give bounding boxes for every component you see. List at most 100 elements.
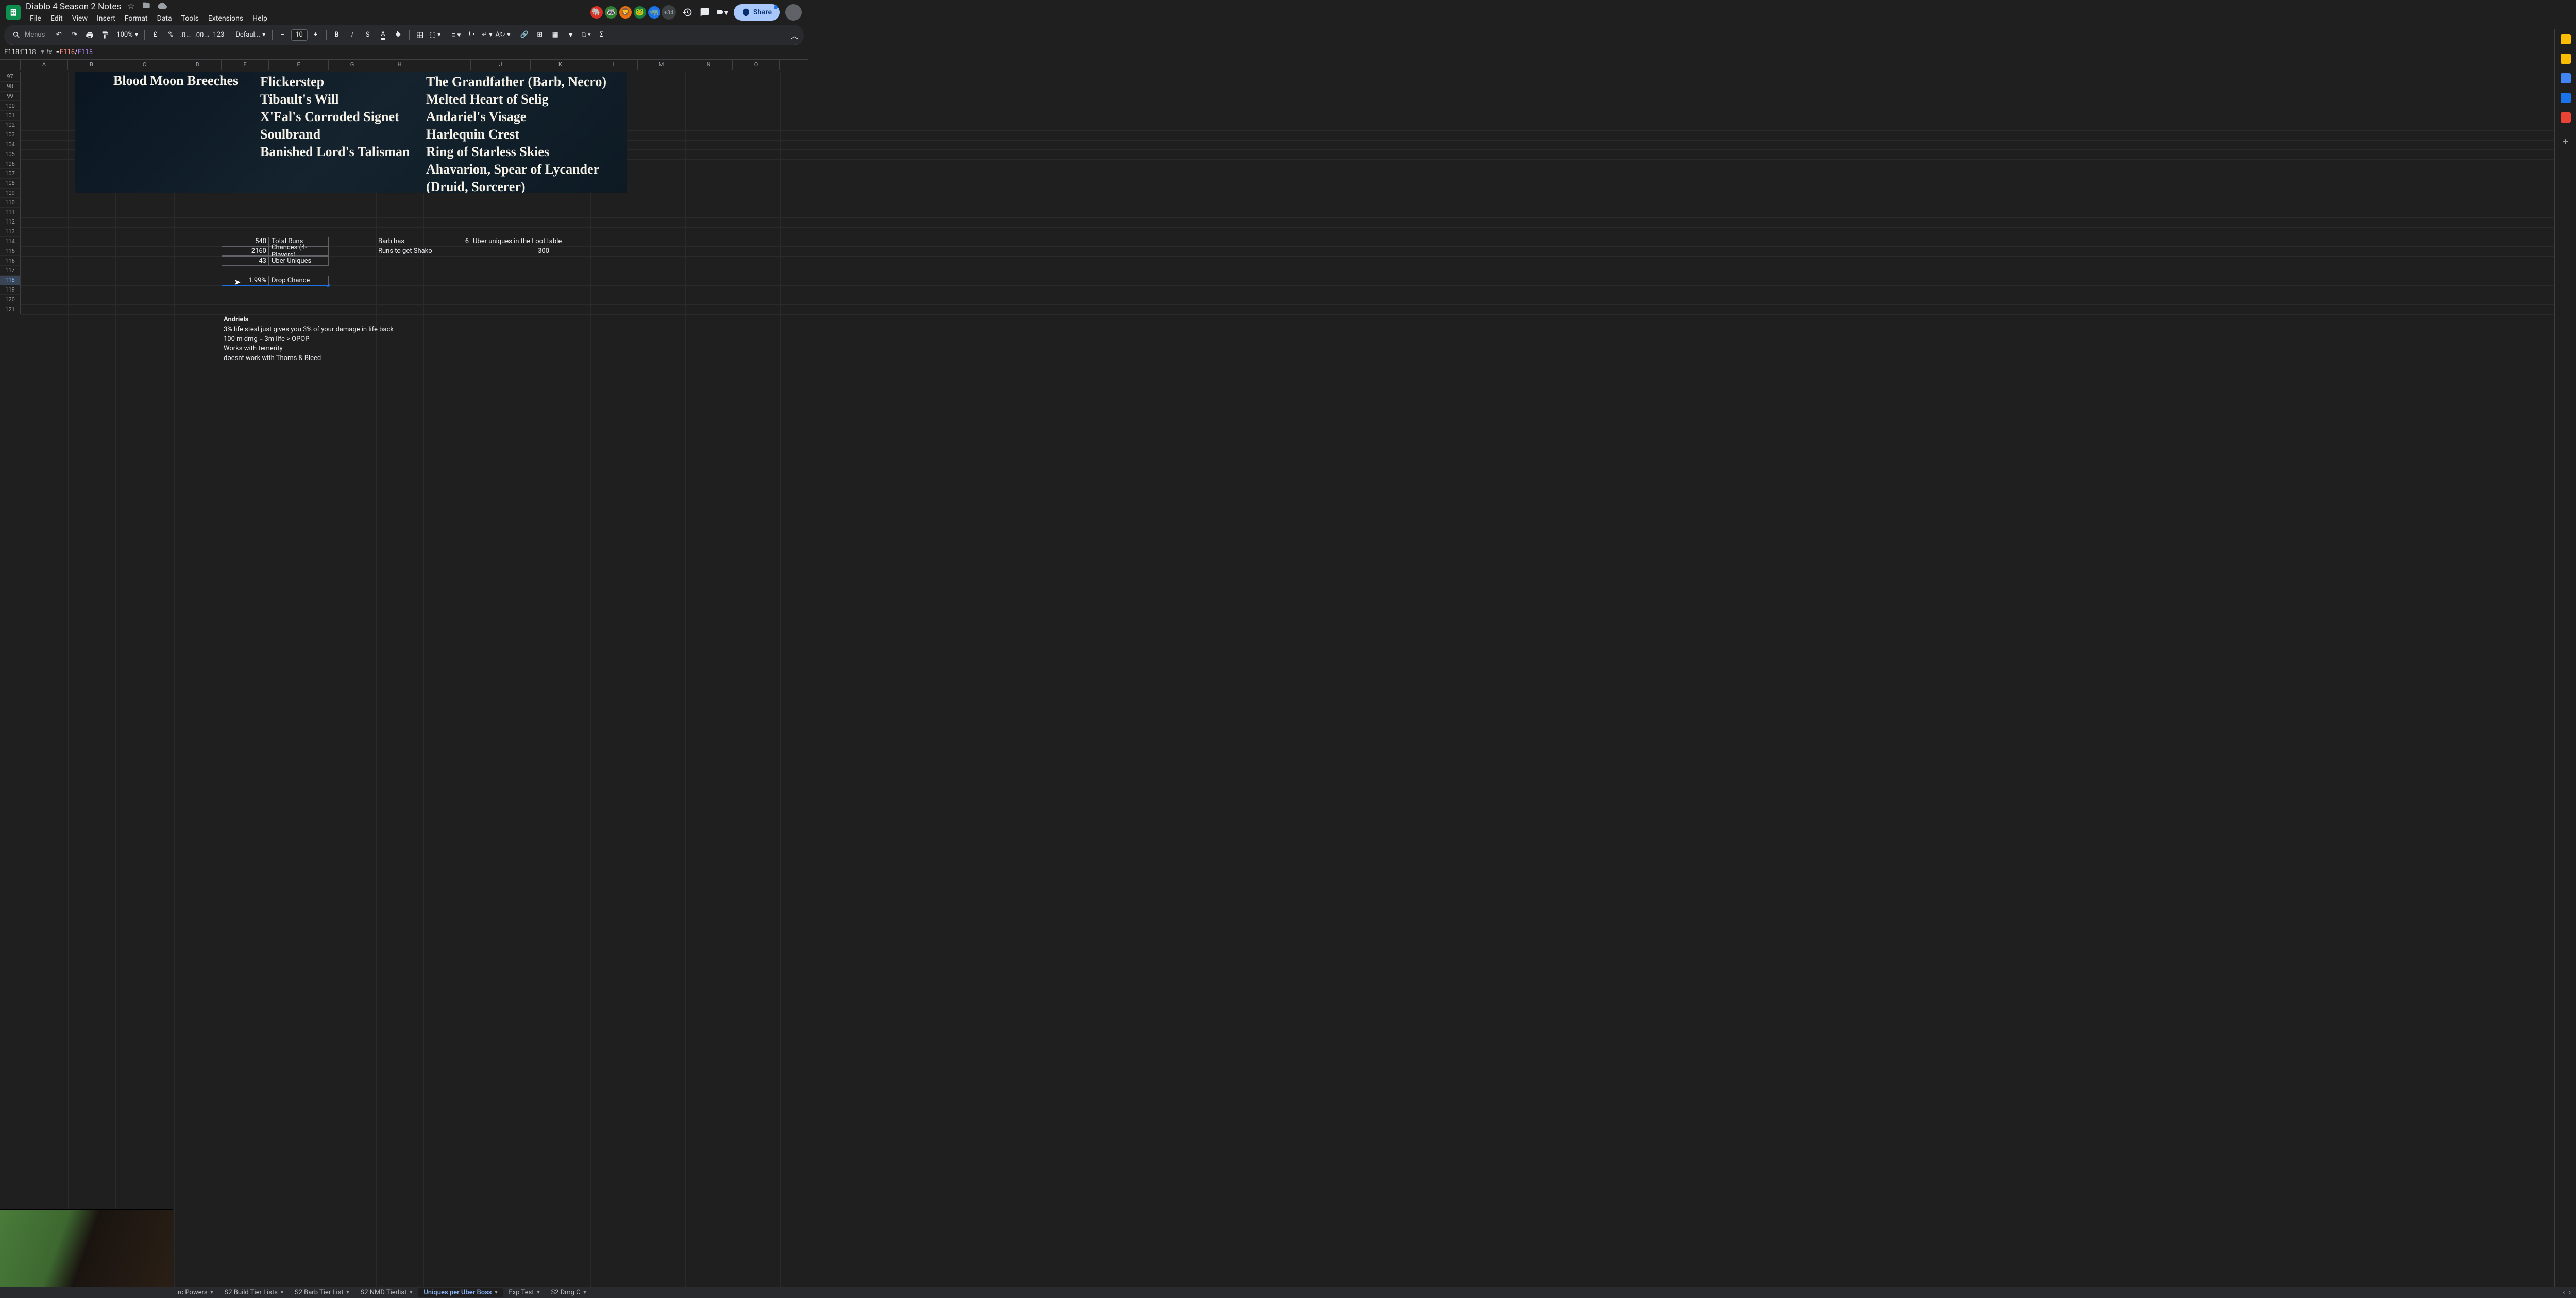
wrap-icon[interactable]: ↵ ▾ — [480, 28, 495, 42]
row-header[interactable]: 98 — [0, 82, 21, 92]
row-header[interactable]: 103 — [0, 130, 21, 140]
spreadsheet-grid[interactable]: 9798991001011021031041051061071081091101… — [0, 72, 2554, 1287]
sheet-tab[interactable]: S2 Dmg C ▼ — [546, 1288, 592, 1297]
menu-view[interactable]: View — [68, 13, 92, 24]
avatar[interactable]: 🐸 — [633, 5, 647, 20]
column-header[interactable]: M — [638, 60, 685, 70]
font-size-input[interactable]: 10 — [291, 29, 308, 41]
document-title[interactable]: Diablo 4 Season 2 Notes — [26, 2, 121, 12]
row-header[interactable]: 113 — [0, 227, 21, 237]
sheets-logo[interactable] — [6, 5, 21, 20]
search-menus-icon[interactable] — [9, 28, 24, 42]
row-header[interactable]: 110 — [0, 198, 21, 208]
column-header[interactable]: N — [685, 60, 733, 70]
column-header[interactable]: K — [531, 60, 590, 70]
collaborator-avatars[interactable]: 🐘 🦝 🦁 🐸 🦏 +34 — [589, 5, 676, 20]
cell[interactable]: Chances (4-Players) — [269, 246, 329, 256]
sheet-tab[interactable]: rc Powers ▼ — [173, 1288, 219, 1297]
column-header[interactable]: I — [423, 60, 471, 70]
cell[interactable]: Runs to get Shako — [376, 246, 471, 256]
cell[interactable]: Drop Chance — [269, 276, 329, 285]
increase-decimal-icon[interactable]: .00→ — [194, 28, 210, 42]
decrease-font-icon[interactable]: − — [276, 28, 290, 42]
account-avatar[interactable] — [785, 4, 802, 21]
cell[interactable]: 3% life steal just gives you 3% of your … — [222, 324, 531, 334]
cell[interactable]: Uber uniques in the Loot table — [471, 237, 638, 247]
bold-icon[interactable]: B — [330, 28, 344, 42]
cell[interactable]: Barb has — [376, 237, 423, 247]
add-on-plus-icon[interactable]: + — [2563, 135, 2568, 147]
cell[interactable]: 2160 — [222, 246, 269, 256]
cell[interactable]: 100 m dmg = 3m life > OPOP — [222, 334, 531, 344]
menu-file[interactable]: File — [26, 13, 45, 24]
star-icon[interactable]: ☆ — [127, 1, 134, 12]
row-header[interactable]: 99 — [0, 92, 21, 101]
sheet-tab[interactable]: S2 Build Tier Lists ▼ — [219, 1288, 290, 1297]
functions-icon[interactable]: Σ — [595, 28, 609, 42]
column-header[interactable]: H — [376, 60, 423, 70]
menu-insert[interactable]: Insert — [93, 13, 120, 24]
name-box[interactable]: E118:F118▼ — [4, 48, 42, 56]
row-header[interactable]: 111 — [0, 208, 21, 217]
cloud-icon[interactable] — [158, 1, 167, 12]
filter-icon[interactable]: ▼ — [564, 28, 578, 42]
row-header[interactable]: 120 — [0, 295, 21, 304]
row-header[interactable]: 119 — [0, 285, 21, 295]
menu-tools[interactable]: Tools — [177, 13, 203, 24]
column-header[interactable]: E — [222, 60, 269, 70]
filter-views-icon[interactable]: ⧉ ▾ — [579, 28, 594, 42]
comments-icon[interactable] — [699, 6, 711, 19]
menu-extensions[interactable]: Extensions — [204, 13, 247, 24]
print-icon[interactable] — [82, 28, 97, 42]
link-icon[interactable]: 🔗 — [517, 28, 532, 42]
select-all-corner[interactable] — [0, 60, 21, 70]
cell[interactable]: Uber Uniques — [269, 256, 329, 266]
tab-scroll-left-icon[interactable]: ‹ — [2563, 1289, 2565, 1296]
row-header[interactable]: 108 — [0, 179, 21, 189]
collapse-toolbar-icon[interactable]: ︿ — [790, 29, 799, 41]
avatar[interactable]: 🦝 — [604, 5, 618, 20]
cell[interactable]: 540 — [222, 237, 269, 247]
calendar-icon[interactable] — [2561, 34, 2571, 44]
avatar[interactable]: 🦁 — [618, 5, 633, 20]
menu-data[interactable]: Data — [153, 13, 176, 24]
meet-icon[interactable]: ▾ — [716, 6, 728, 19]
chart-icon[interactable]: ▦ — [548, 28, 563, 42]
decrease-decimal-icon[interactable]: .0← — [179, 28, 193, 42]
font-select[interactable]: Defaul... ▾ — [232, 31, 268, 39]
row-header[interactable]: 106 — [0, 159, 21, 169]
borders-icon[interactable] — [413, 28, 427, 42]
undo-icon[interactable]: ↶ — [52, 28, 66, 42]
row-header[interactable]: 107 — [0, 169, 21, 179]
formula-input[interactable]: =E116/E115 — [56, 48, 93, 56]
share-button[interactable]: Share — [734, 4, 780, 21]
column-header[interactable]: A — [21, 60, 68, 70]
row-header[interactable]: 116 — [0, 256, 21, 266]
comment-icon[interactable]: ⊞ — [533, 28, 547, 42]
column-header[interactable]: F — [269, 60, 329, 70]
cell[interactable]: 6 — [423, 237, 471, 247]
row-header[interactable]: 112 — [0, 217, 21, 227]
column-header[interactable]: J — [471, 60, 531, 70]
cell[interactable]: 300 — [510, 246, 551, 256]
more-avatars[interactable]: +34 — [662, 5, 676, 20]
redo-icon[interactable]: ↷ — [67, 28, 81, 42]
sheet-tab[interactable]: S2 Barb Tier List ▼ — [290, 1288, 355, 1297]
percent-icon[interactable]: % — [163, 28, 178, 42]
row-header[interactable]: 102 — [0, 121, 21, 130]
row-header[interactable]: 100 — [0, 101, 21, 111]
sheet-tab[interactable]: Exp Test ▼ — [503, 1288, 546, 1297]
keep-icon[interactable] — [2561, 54, 2571, 64]
menu-edit[interactable]: Edit — [46, 13, 67, 24]
sheet-tab[interactable]: Uniques per Uber Boss ▼ — [418, 1288, 503, 1297]
avatar[interactable]: 🦏 — [647, 5, 662, 20]
row-header[interactable]: 105 — [0, 149, 21, 159]
sheet-tab[interactable]: S2 NMD Tierlist ▼ — [355, 1288, 418, 1297]
column-header[interactable]: L — [590, 60, 638, 70]
italic-icon[interactable]: I — [345, 28, 360, 42]
text-color-icon[interactable]: A — [376, 28, 391, 42]
valign-icon[interactable]: ⭳ ▾ — [465, 28, 479, 42]
row-header[interactable]: 118 — [0, 276, 21, 285]
column-header[interactable]: G — [329, 60, 376, 70]
menu-format[interactable]: Format — [121, 13, 152, 24]
